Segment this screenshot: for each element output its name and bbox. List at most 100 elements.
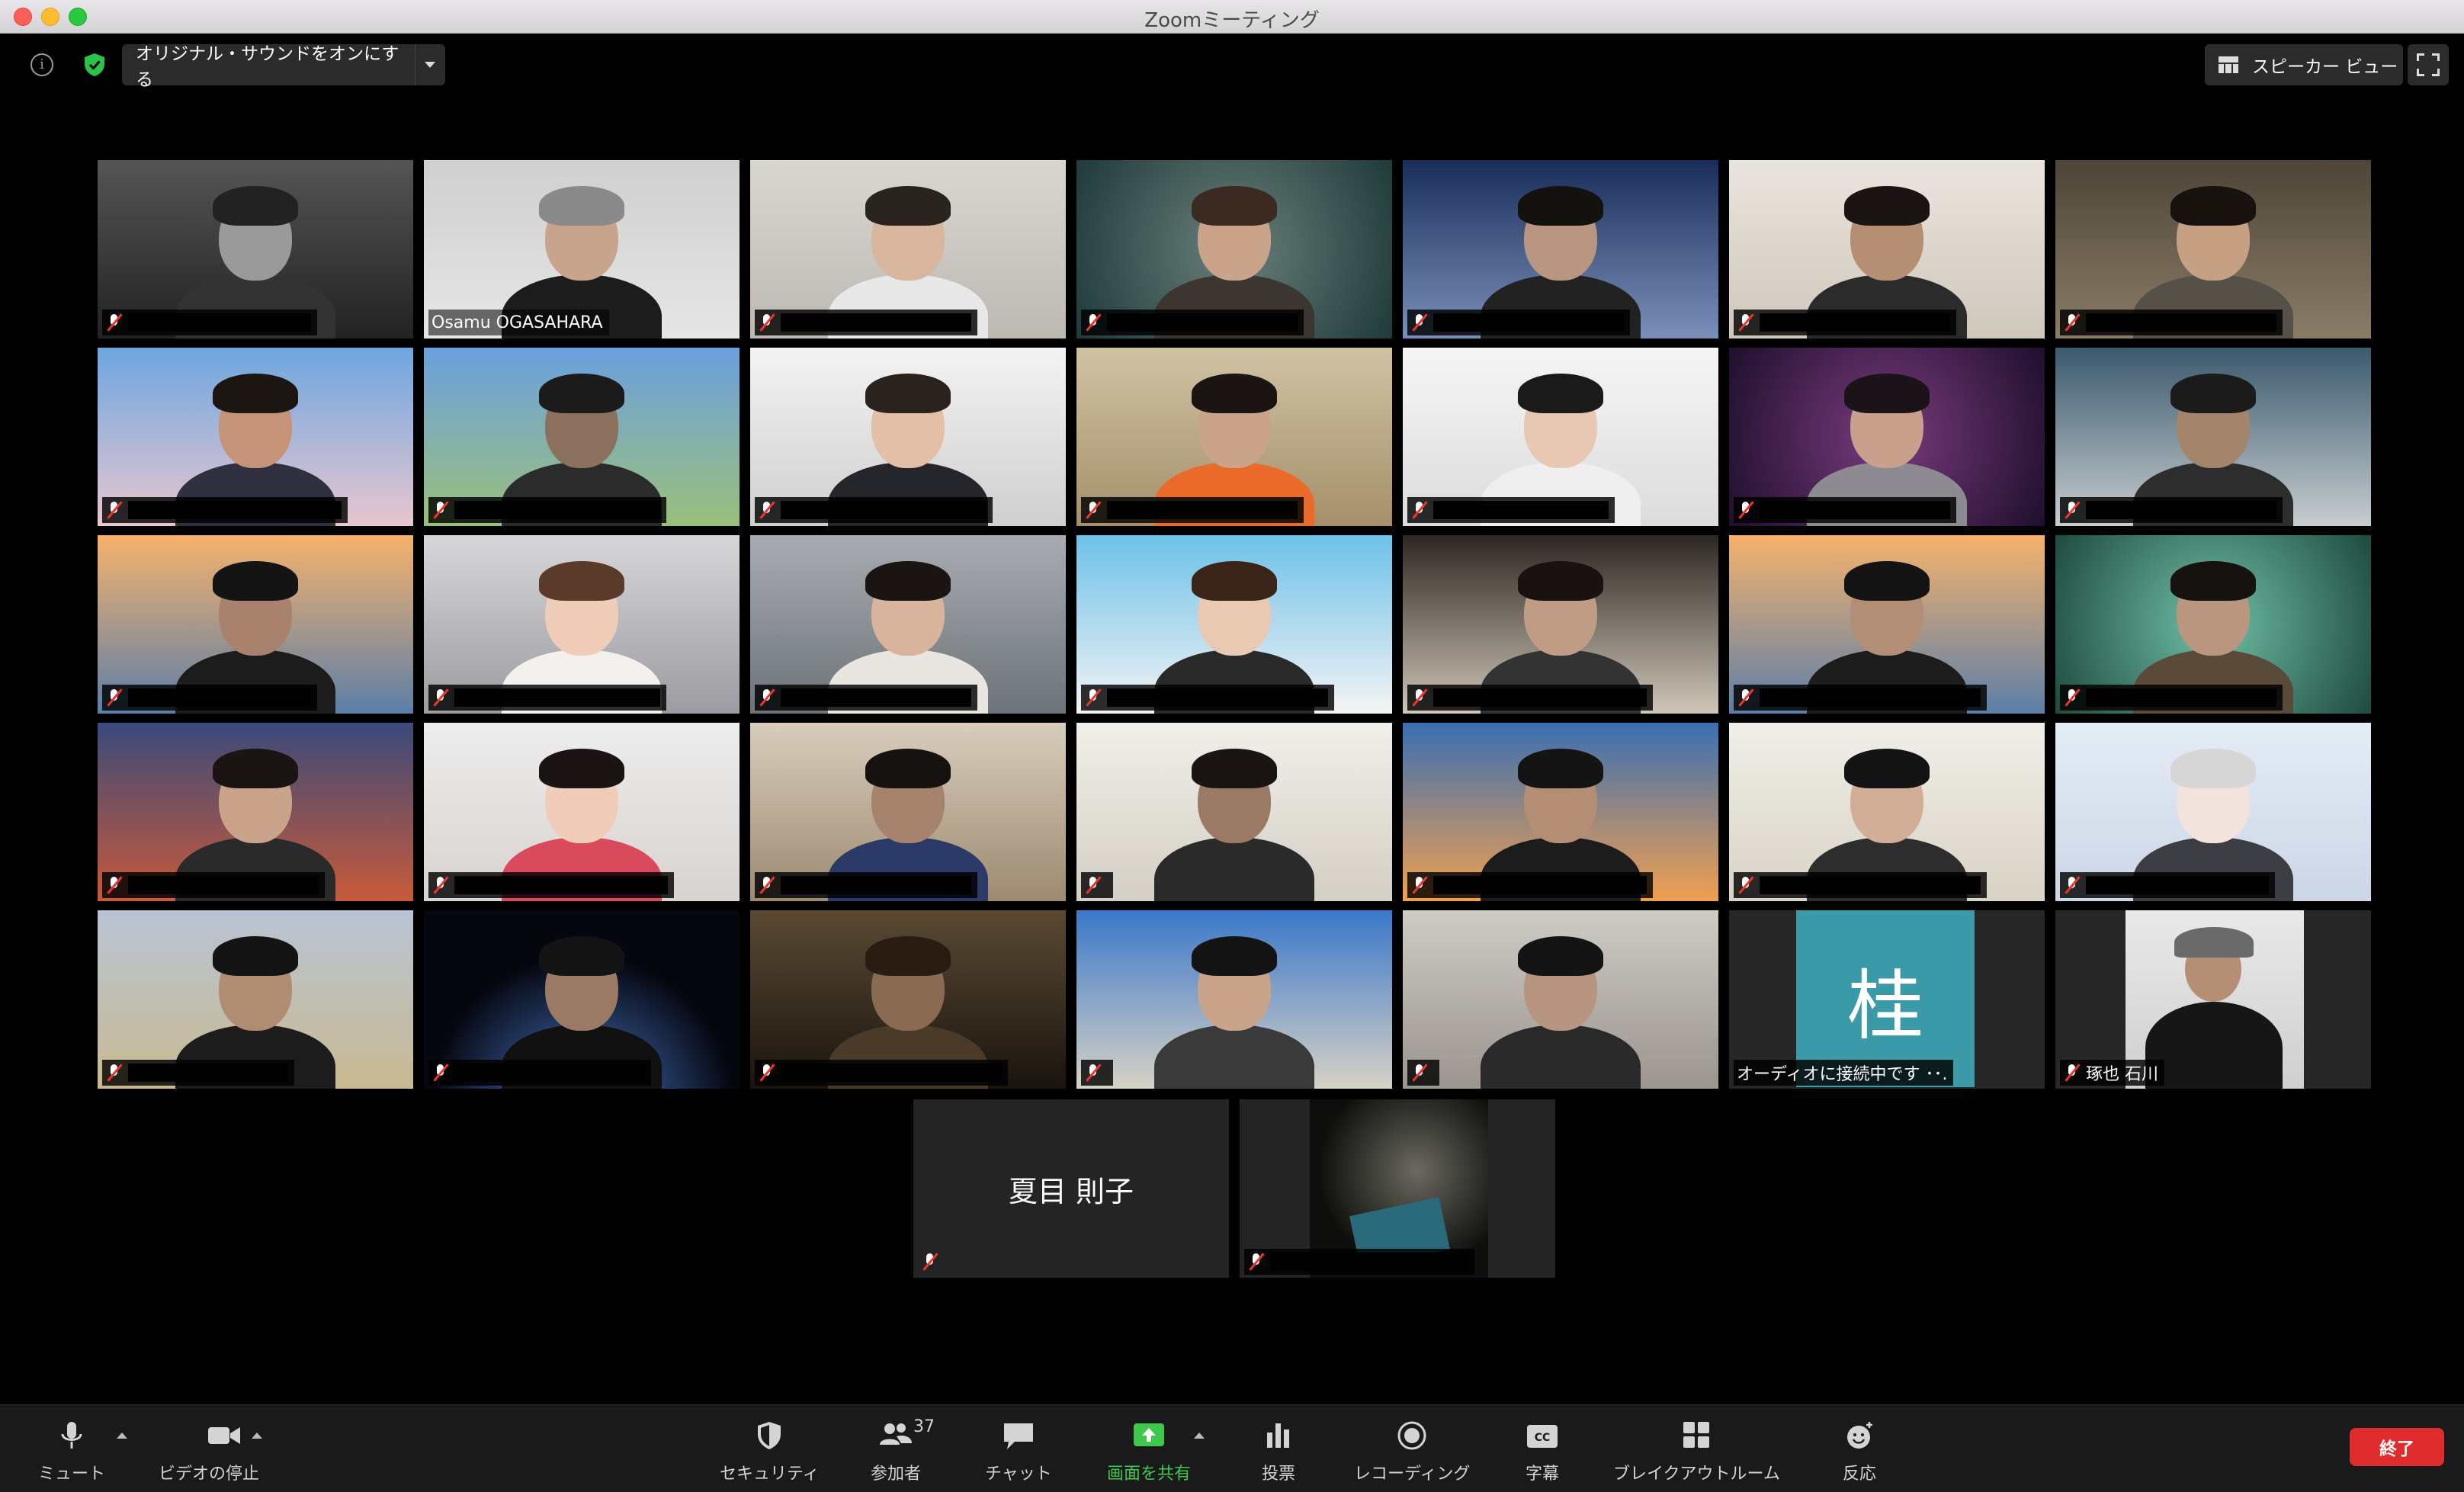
reaction-smiley-icon — [1847, 1422, 1872, 1449]
chat-button[interactable]: チャット — [985, 1419, 1052, 1487]
participant-name-label — [1407, 685, 1653, 711]
participant-video-tile[interactable] — [98, 910, 413, 1089]
participant-video-tile[interactable] — [1729, 348, 2045, 526]
muted-microphone-icon — [1410, 500, 1429, 520]
audio-options-caret[interactable] — [117, 1433, 127, 1439]
participant-video-tile[interactable] — [424, 535, 740, 714]
participant-video-tile[interactable] — [2055, 348, 2371, 526]
muted-microphone-icon — [2063, 1063, 2081, 1083]
original-sound-button[interactable]: オリジナル・サウンドをオンにする — [122, 44, 445, 90]
participant-video-tile[interactable] — [98, 535, 413, 714]
reactions-button[interactable]: 反応 — [1840, 1419, 1878, 1487]
redacted-name — [128, 876, 319, 894]
muted-microphone-icon — [1084, 875, 1102, 895]
muted-microphone-icon — [2063, 500, 2081, 520]
participant-video-tile[interactable] — [1729, 535, 2045, 714]
stop-video-label: ビデオの停止 — [159, 1465, 260, 1484]
participant-video-tile[interactable] — [1403, 348, 1718, 526]
participants-button[interactable]: 37 参加者 — [871, 1417, 935, 1487]
participant-name-label: 琢也 石川 — [2060, 1060, 2164, 1086]
muted-microphone-icon — [1084, 688, 1102, 707]
speaker-view-button[interactable]: スピーカー ビュー — [2205, 44, 2403, 85]
participant-video-tile[interactable] — [1076, 160, 1392, 339]
poll-chart-icon — [1267, 1423, 1289, 1448]
participant-video-tile[interactable] — [1076, 910, 1392, 1089]
share-options-caret[interactable] — [1194, 1433, 1205, 1439]
redacted-name — [781, 876, 971, 894]
participant-video-tile[interactable] — [1729, 160, 2045, 339]
active-speaker-tile[interactable]: Osamu OGASAHARA — [424, 160, 740, 339]
participant-video-tile[interactable]: 琢也 石川 — [2055, 910, 2371, 1089]
participant-video-tile[interactable] — [750, 723, 1066, 901]
participant-video-tile[interactable] — [750, 160, 1066, 339]
audio-only-participant-tile[interactable]: 夏目 則子 — [913, 1099, 1229, 1278]
redacted-name — [781, 688, 971, 707]
original-sound-dropdown[interactable] — [415, 44, 444, 85]
view-label: スピーカー ビュー — [2252, 57, 2398, 77]
participant-video-tile[interactable] — [1403, 723, 1718, 901]
redacted-name — [128, 501, 342, 519]
share-screen-button[interactable]: 画面を共有 — [1107, 1419, 1191, 1487]
participant-video-tile[interactable] — [1729, 723, 2045, 901]
participant-name-label — [1734, 872, 1987, 898]
participant-video-tile[interactable] — [1403, 910, 1718, 1089]
info-icon[interactable]: i — [30, 53, 53, 76]
participant-video-tile[interactable] — [750, 535, 1066, 714]
captions-label: 字幕 — [1525, 1465, 1559, 1484]
participant-name-label — [755, 685, 977, 711]
participant-video-tile[interactable] — [424, 910, 740, 1089]
participant-name-label — [1734, 497, 1956, 523]
participant-name-label — [1081, 310, 1304, 335]
participant-video-tile[interactable] — [1403, 535, 1718, 714]
participant-video-tile[interactable] — [1403, 160, 1718, 339]
stop-video-button[interactable]: ビデオの停止 — [159, 1419, 259, 1487]
participant-video-tile[interactable] — [1240, 1099, 1555, 1278]
muted-microphone-icon — [758, 1063, 776, 1083]
redacted-name — [781, 313, 971, 332]
participant-video-tile[interactable] — [1076, 535, 1392, 714]
participant-video-tile[interactable] — [98, 348, 413, 526]
participant-name-label — [2060, 310, 2283, 335]
video-options-caret[interactable] — [252, 1433, 262, 1439]
redacted-name — [1760, 501, 1950, 519]
muted-microphone-icon — [1084, 500, 1102, 520]
participant-video-tile[interactable] — [2055, 535, 2371, 714]
participant-video-tile[interactable] — [98, 723, 413, 901]
fullscreen-button[interactable] — [2408, 44, 2449, 85]
security-shield-icon — [758, 1422, 781, 1449]
redacted-name — [781, 1064, 1002, 1082]
meeting-toolbar: ミュート ビデオの停止 セキュリティ 37 参加者 チャット 画面を共有 投票 … — [0, 1404, 2464, 1492]
mute-button[interactable]: ミュート — [38, 1419, 105, 1487]
participant-video-tile[interactable]: 桂オーディオに接続中です ･･. — [1729, 910, 2045, 1089]
participant-name-label — [1081, 872, 1113, 898]
redacted-name — [454, 501, 660, 519]
participant-video-tile[interactable] — [1076, 348, 1392, 526]
participant-name-label — [102, 685, 317, 711]
encryption-shield-icon[interactable] — [82, 52, 107, 78]
participant-video-tile[interactable] — [2055, 160, 2371, 339]
participant-name-label — [102, 1060, 294, 1086]
muted-microphone-icon — [2063, 688, 2081, 707]
participant-name-label — [755, 497, 993, 523]
participant-video-tile[interactable] — [2055, 723, 2371, 901]
muted-microphone-icon — [758, 688, 776, 707]
end-meeting-button[interactable]: 終了 — [2350, 1428, 2444, 1466]
poll-button[interactable]: 投票 — [1259, 1419, 1298, 1487]
participant-video-tile[interactable] — [98, 160, 413, 339]
captions-button[interactable]: CC 字幕 — [1523, 1419, 1561, 1487]
muted-microphone-icon — [2063, 313, 2081, 332]
participant-video-tile[interactable] — [750, 910, 1066, 1089]
poll-label: 投票 — [1261, 1465, 1295, 1484]
record-button[interactable]: レコーディング — [1354, 1419, 1470, 1487]
participants-label: 参加者 — [871, 1465, 922, 1484]
participant-video-tile[interactable] — [424, 723, 740, 901]
participant-video-tile[interactable] — [1076, 723, 1392, 901]
participant-name-label — [1407, 497, 1615, 523]
participant-video-tile[interactable] — [424, 348, 740, 526]
security-button[interactable]: セキュリティ — [720, 1419, 820, 1487]
participant-video-tile[interactable] — [750, 348, 1066, 526]
breakout-rooms-button[interactable]: ブレイクアウトルーム — [1613, 1419, 1780, 1487]
muted-microphone-icon — [1410, 875, 1429, 895]
participant-name-label — [1407, 872, 1653, 898]
participants-icon — [880, 1423, 912, 1445]
